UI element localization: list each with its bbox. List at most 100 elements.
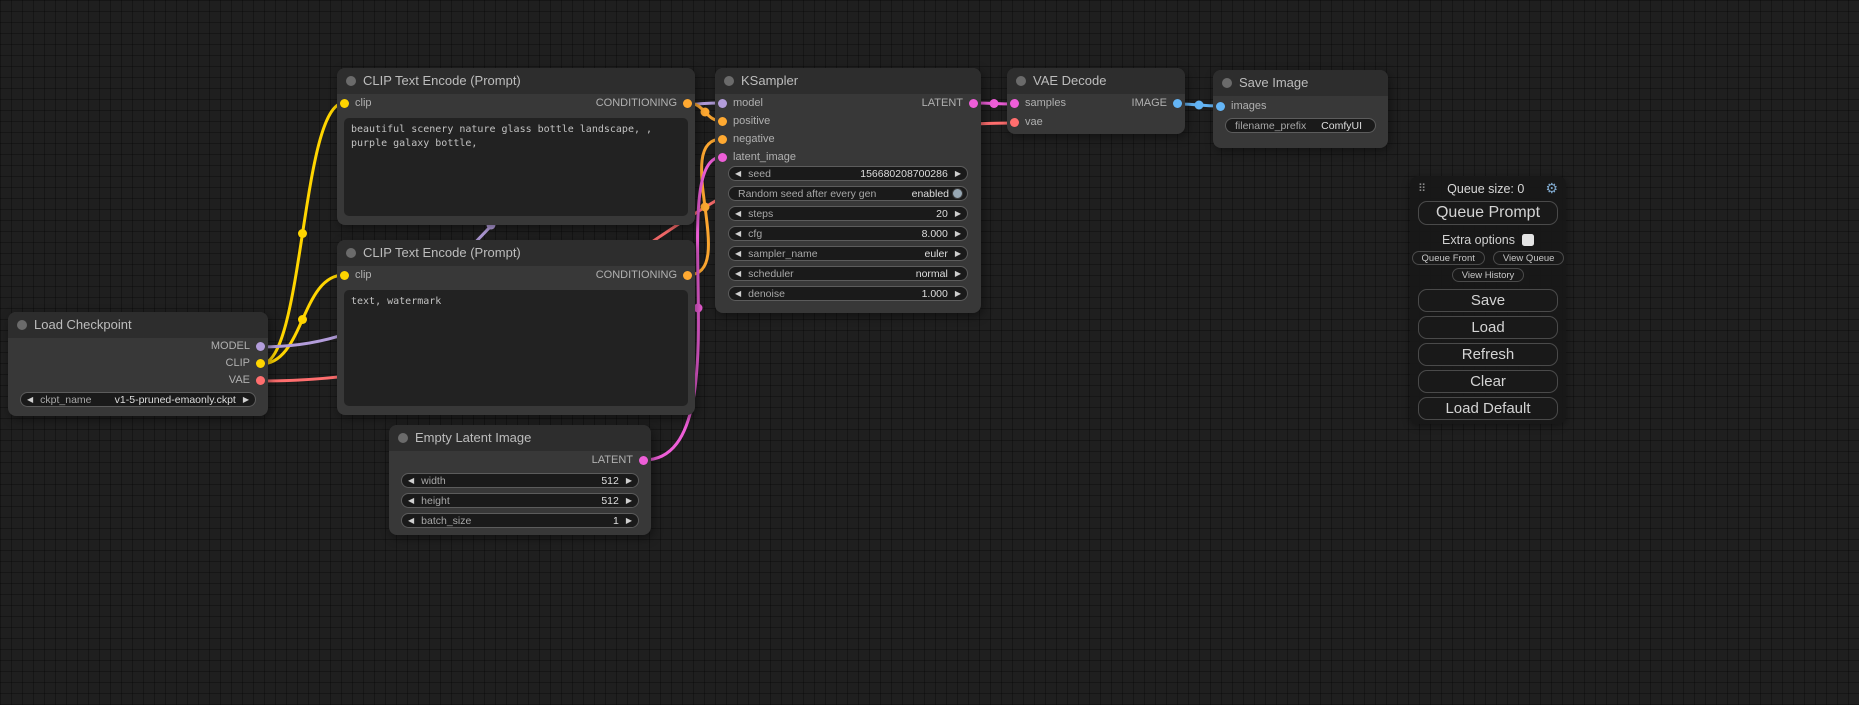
collapse-dot[interactable]: [346, 76, 356, 86]
increment-arrow-icon[interactable]: ▶: [955, 290, 961, 298]
increment-arrow-icon[interactable]: ▶: [626, 477, 632, 485]
increment-arrow-icon[interactable]: ▶: [626, 517, 632, 525]
input-connector-images[interactable]: [1216, 102, 1225, 111]
increment-arrow-icon[interactable]: ▶: [955, 170, 961, 178]
output-connector-latent[interactable]: [639, 456, 648, 465]
decrement-arrow-icon[interactable]: ◀: [735, 290, 741, 298]
input-connector-positive[interactable]: [718, 117, 727, 126]
widget-value: 512: [601, 475, 619, 487]
load-button[interactable]: Load: [1418, 316, 1558, 339]
input-connector-latent-image[interactable]: [718, 153, 727, 162]
view-history-button[interactable]: View History: [1452, 268, 1525, 282]
link-midpoint-dot: [701, 203, 710, 212]
save-button[interactable]: Save: [1418, 289, 1558, 312]
output-connector-latent[interactable]: [969, 99, 978, 108]
output-slot-label: MODEL: [211, 338, 250, 355]
output-slot-label: CLIP: [226, 355, 250, 372]
node-vae-decode[interactable]: VAE Decode samples vae IMAGE: [1007, 68, 1185, 134]
output-slot-label: LATENT: [922, 94, 963, 112]
collapse-dot[interactable]: [346, 248, 356, 258]
increment-arrow-icon[interactable]: ▶: [243, 396, 249, 404]
input-connector-clip[interactable]: [340, 271, 349, 280]
slot-row: clip CONDITIONING: [337, 266, 695, 284]
widget-steps[interactable]: ◀ steps 20 ▶: [728, 206, 968, 221]
widget-label: sampler_name: [748, 248, 817, 260]
collapse-dot[interactable]: [1016, 76, 1026, 86]
increment-arrow-icon[interactable]: ▶: [626, 497, 632, 505]
decrement-arrow-icon[interactable]: ◀: [408, 477, 414, 485]
output-connector-conditioning[interactable]: [683, 271, 692, 280]
output-connector-conditioning[interactable]: [683, 99, 692, 108]
output-slot-clip: CLIP: [8, 355, 268, 372]
widget-cfg[interactable]: ◀ cfg 8.000 ▶: [728, 226, 968, 241]
toggle-knob[interactable]: [952, 188, 963, 199]
widget-ckpt-name[interactable]: ◀ ckpt_name v1-5-pruned-emaonly.ckpt ▶: [20, 392, 256, 407]
node-load-checkpoint[interactable]: Load Checkpoint MODEL CLIP VAE ◀ ckpt_na…: [8, 312, 268, 416]
node-clip-text-encode-negative[interactable]: CLIP Text Encode (Prompt) clip CONDITION…: [337, 240, 695, 415]
output-connector-vae[interactable]: [256, 376, 265, 385]
decrement-arrow-icon[interactable]: ◀: [408, 497, 414, 505]
clear-button[interactable]: Clear: [1418, 370, 1558, 393]
node-clip-text-encode-positive[interactable]: CLIP Text Encode (Prompt) clip CONDITION…: [337, 68, 695, 225]
decrement-arrow-icon[interactable]: ◀: [735, 250, 741, 258]
collapse-dot[interactable]: [1222, 78, 1232, 88]
decrement-arrow-icon[interactable]: ◀: [735, 230, 741, 238]
node-save-image[interactable]: Save Image images filename_prefix ComfyU…: [1213, 70, 1388, 148]
increment-arrow-icon[interactable]: ▶: [955, 230, 961, 238]
widget-sampler-name[interactable]: ◀ sampler_name euler ▶: [728, 246, 968, 261]
extra-options-checkbox[interactable]: [1522, 234, 1534, 246]
widget-scheduler[interactable]: ◀ scheduler normal ▶: [728, 266, 968, 281]
collapse-dot[interactable]: [724, 76, 734, 86]
output-connector-model[interactable]: [256, 342, 265, 351]
widget-label: scheduler: [748, 268, 794, 280]
collapse-dot[interactable]: [17, 320, 27, 330]
output-connector-image[interactable]: [1173, 99, 1182, 108]
output-connector-clip[interactable]: [256, 359, 265, 368]
refresh-button[interactable]: Refresh: [1418, 343, 1558, 366]
queue-prompt-button[interactable]: Queue Prompt: [1418, 201, 1558, 225]
collapse-dot[interactable]: [398, 433, 408, 443]
widget-height[interactable]: ◀ height 512 ▶: [401, 493, 639, 508]
decrement-arrow-icon[interactable]: ◀: [735, 270, 741, 278]
load-default-button[interactable]: Load Default: [1418, 397, 1558, 420]
node-header[interactable]: KSampler: [715, 68, 981, 94]
widget-filename-prefix[interactable]: filename_prefix ComfyUI: [1225, 118, 1376, 133]
node-graph-canvas[interactable]: Load Checkpoint MODEL CLIP VAE ◀ ckpt_na…: [0, 0, 1859, 705]
widget-denoise[interactable]: ◀ denoise 1.000 ▶: [728, 286, 968, 301]
widget-seed[interactable]: ◀ seed 156680208700286 ▶: [728, 166, 968, 181]
input-slot-images: images: [1213, 96, 1388, 116]
node-header[interactable]: CLIP Text Encode (Prompt): [337, 68, 695, 94]
output-slot-vae: VAE: [8, 372, 268, 389]
decrement-arrow-icon[interactable]: ◀: [735, 170, 741, 178]
widget-batch-size[interactable]: ◀ batch_size 1 ▶: [401, 513, 639, 528]
node-empty-latent-image[interactable]: Empty Latent Image LATENT ◀ width 512 ▶ …: [389, 425, 651, 535]
widget-random-seed[interactable]: Random seed after every gen enabled: [728, 186, 968, 201]
decrement-arrow-icon[interactable]: ◀: [27, 396, 33, 404]
widget-value: euler: [924, 248, 947, 260]
input-connector-vae[interactable]: [1010, 118, 1019, 127]
input-connector-model[interactable]: [718, 99, 727, 108]
view-queue-button[interactable]: View Queue: [1493, 251, 1565, 265]
prompt-textarea[interactable]: text, watermark: [344, 290, 688, 406]
widget-label: cfg: [748, 228, 762, 240]
queue-front-button[interactable]: Queue Front: [1412, 251, 1485, 265]
settings-gear-icon[interactable]: ⚙: [1545, 180, 1558, 197]
node-header[interactable]: Load Checkpoint: [8, 312, 268, 338]
increment-arrow-icon[interactable]: ▶: [955, 250, 961, 258]
drag-handle-icon[interactable]: ⠿: [1418, 182, 1426, 195]
node-header[interactable]: Save Image: [1213, 70, 1388, 96]
increment-arrow-icon[interactable]: ▶: [955, 210, 961, 218]
input-connector-negative[interactable]: [718, 135, 727, 144]
node-header[interactable]: CLIP Text Encode (Prompt): [337, 240, 695, 266]
input-connector-clip[interactable]: [340, 99, 349, 108]
prompt-textarea[interactable]: beautiful scenery nature glass bottle la…: [344, 118, 688, 216]
decrement-arrow-icon[interactable]: ◀: [735, 210, 741, 218]
widget-width[interactable]: ◀ width 512 ▶: [401, 473, 639, 488]
increment-arrow-icon[interactable]: ▶: [955, 270, 961, 278]
node-header[interactable]: VAE Decode: [1007, 68, 1185, 94]
node-ksampler[interactable]: KSampler model positive negative latent_…: [715, 68, 981, 313]
link-midpoint-dot: [990, 99, 999, 108]
node-header[interactable]: Empty Latent Image: [389, 425, 651, 451]
input-connector-samples[interactable]: [1010, 99, 1019, 108]
decrement-arrow-icon[interactable]: ◀: [408, 517, 414, 525]
